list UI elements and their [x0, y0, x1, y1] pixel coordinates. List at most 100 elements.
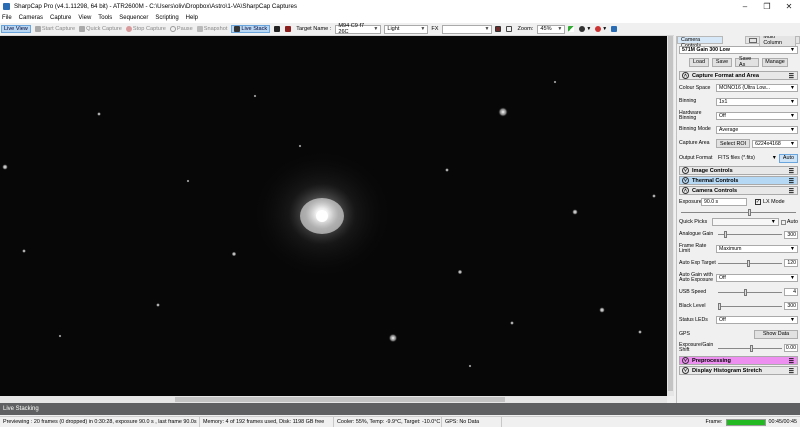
chevron-down-icon: ▼: [602, 26, 608, 32]
save-as-button[interactable]: Save As: [735, 56, 759, 68]
reticle-button[interactable]: [285, 26, 292, 32]
colour-space-select[interactable]: MONO16 (Ultra Low... ▼: [716, 84, 798, 92]
tools-button[interactable]: [611, 26, 618, 32]
black-level-slider[interactable]: [718, 302, 782, 310]
black-level-value[interactable]: 300: [784, 302, 798, 310]
menu-scripting[interactable]: Scripting: [155, 15, 178, 21]
focus-button[interactable]: ▼: [579, 26, 591, 32]
capture-area-row: Capture Area Select ROI 6224x4168 ▼: [677, 136, 800, 151]
auto-gain-value: Off: [719, 274, 726, 281]
live-view-button[interactable]: Live View: [1, 25, 31, 33]
minimize-icon[interactable]: –: [734, 2, 756, 11]
star: [445, 168, 449, 172]
auto-exp-target-value[interactable]: 120: [784, 259, 798, 267]
profile-select[interactable]: 571M Gain 300 Low ▼: [679, 45, 798, 54]
chevron-down-icon: ▼: [420, 26, 426, 32]
status-leds-value: Off: [719, 317, 726, 323]
quick-capture-button[interactable]: Quick Capture: [79, 26, 122, 32]
preprocessing-section[interactable]: ˅ Preprocessing ☰: [679, 356, 798, 365]
capture-area-select[interactable]: 6224x4168 ▼: [752, 139, 798, 148]
annotate-button[interactable]: ▼: [595, 26, 607, 32]
crosshair-button[interactable]: [506, 26, 513, 32]
usb-speed-slider[interactable]: [718, 288, 782, 296]
graph-button[interactable]: [568, 26, 575, 32]
analogue-gain-slider[interactable]: [718, 231, 782, 238]
colour-swatch-button[interactable]: [495, 26, 502, 32]
quick-picks-select[interactable]: ▼: [712, 218, 779, 226]
exposure-gain-shift-value[interactable]: 0.00: [784, 344, 798, 352]
exposure-gain-shift-label: Exposure/Gain Shift: [679, 342, 714, 353]
profile-row: 571M Gain 300 Low ▼: [677, 45, 800, 54]
load-button[interactable]: Load: [689, 57, 709, 67]
menu-icon[interactable]: ☰: [789, 168, 794, 175]
binning-mode-select[interactable]: Average ▼: [716, 125, 798, 134]
zoom-select[interactable]: 45% ▼: [537, 24, 566, 34]
frame-rate-select[interactable]: Maximum ▼: [716, 244, 798, 253]
binning-row: Binning 1x1 ▼: [677, 95, 800, 108]
section-title: Capture Format and Area: [692, 72, 759, 79]
analogue-gain-value[interactable]: 300: [784, 230, 798, 239]
image-controls-section[interactable]: ˅ Image Controls ☰: [679, 166, 798, 175]
section-title: Camera Controls: [692, 187, 738, 194]
pause-icon: [169, 26, 176, 32]
exposure-gain-shift-slider[interactable]: [718, 344, 782, 352]
pause-button[interactable]: Pause: [169, 26, 193, 32]
capture-format-section[interactable]: ˄ Capture Format and Area ☰: [679, 71, 798, 80]
frame-label: Frame:: [705, 419, 723, 425]
live-stack-button[interactable]: Live Stack: [231, 25, 271, 33]
output-format-select[interactable]: FITS files (*.fits) ▼: [716, 154, 779, 162]
menu-help[interactable]: Help: [186, 15, 198, 21]
select-roi-button[interactable]: Select ROI: [716, 139, 751, 148]
maximize-icon[interactable]: ❐: [756, 2, 778, 11]
menu-icon[interactable]: ☰: [789, 358, 794, 365]
tab-multi-column[interactable]: Multi Column: [745, 36, 800, 47]
live-stacking-tab[interactable]: Live Stacking: [0, 403, 800, 415]
auto-checkbox[interactable]: [780, 219, 786, 225]
menu-view[interactable]: View: [78, 15, 91, 21]
menu-file[interactable]: File: [2, 15, 12, 21]
auto-output-button[interactable]: Auto: [778, 153, 798, 163]
lx-mode-checkbox[interactable]: ✓: [755, 199, 761, 205]
display-histogram-section[interactable]: ˅ Display Histogram Stretch ☰: [679, 366, 798, 375]
image-viewer[interactable]: [0, 36, 667, 396]
camera-controls-section[interactable]: ˄ Camera Controls ☰: [679, 186, 798, 195]
menu-tools[interactable]: Tools: [98, 15, 112, 21]
chevron-down-icon: ˅: [682, 177, 689, 184]
usb-speed-value[interactable]: 4: [784, 288, 798, 296]
vertical-scrollbar[interactable]: [667, 36, 674, 396]
auto-exp-target-slider[interactable]: [718, 259, 782, 267]
menu-icon[interactable]: ☰: [789, 73, 794, 80]
save-button[interactable]: Save: [712, 57, 732, 67]
menu-cameras[interactable]: Cameras: [19, 15, 43, 21]
scroll-thumb[interactable]: [175, 397, 505, 402]
gps-status: GPS: No Data: [442, 417, 502, 427]
histogram-button[interactable]: [274, 26, 281, 32]
menu-icon[interactable]: ☰: [789, 368, 794, 375]
toolbar: Live View Start Capture Quick Capture St…: [0, 23, 674, 36]
status-leds-select[interactable]: Off ▼: [716, 316, 798, 324]
binning-select[interactable]: 1x1 ▼: [716, 97, 798, 106]
thermal-controls-section[interactable]: ˅ Thermal Controls ☰: [679, 176, 798, 185]
auto-gain-select[interactable]: Off ▼: [716, 273, 798, 282]
exposure-slider[interactable]: [681, 208, 796, 216]
target-name-select[interactable]: M94 C9 f7 26C ▼: [335, 23, 382, 35]
menu-sequencer[interactable]: Sequencer: [119, 15, 148, 21]
start-capture-button[interactable]: Start Capture: [34, 26, 75, 32]
close-icon[interactable]: ✕: [778, 2, 800, 11]
manage-button[interactable]: Manage: [762, 57, 788, 67]
tab-camera-controls[interactable]: Camera Controls: [677, 36, 724, 49]
scroll-thumb[interactable]: [668, 36, 673, 391]
stop-capture-button[interactable]: Stop Capture: [125, 26, 166, 32]
fx-select[interactable]: ▼: [442, 24, 493, 34]
menu-icon[interactable]: ☰: [789, 188, 794, 195]
hardware-binning-label: Hardware Binning: [679, 109, 702, 121]
menu-capture[interactable]: Capture: [50, 15, 71, 21]
show-data-button[interactable]: Show Data: [754, 329, 798, 339]
exposure-input[interactable]: 90.0 s: [701, 198, 747, 206]
frame-type-select[interactable]: Light ▼: [384, 24, 429, 34]
snapshot-button[interactable]: Snapshot: [196, 26, 227, 32]
menu-icon[interactable]: ☰: [789, 178, 794, 185]
horizontal-scrollbar[interactable]: [0, 396, 667, 403]
star: [652, 194, 656, 198]
hardware-binning-select[interactable]: Off ▼: [716, 111, 798, 120]
